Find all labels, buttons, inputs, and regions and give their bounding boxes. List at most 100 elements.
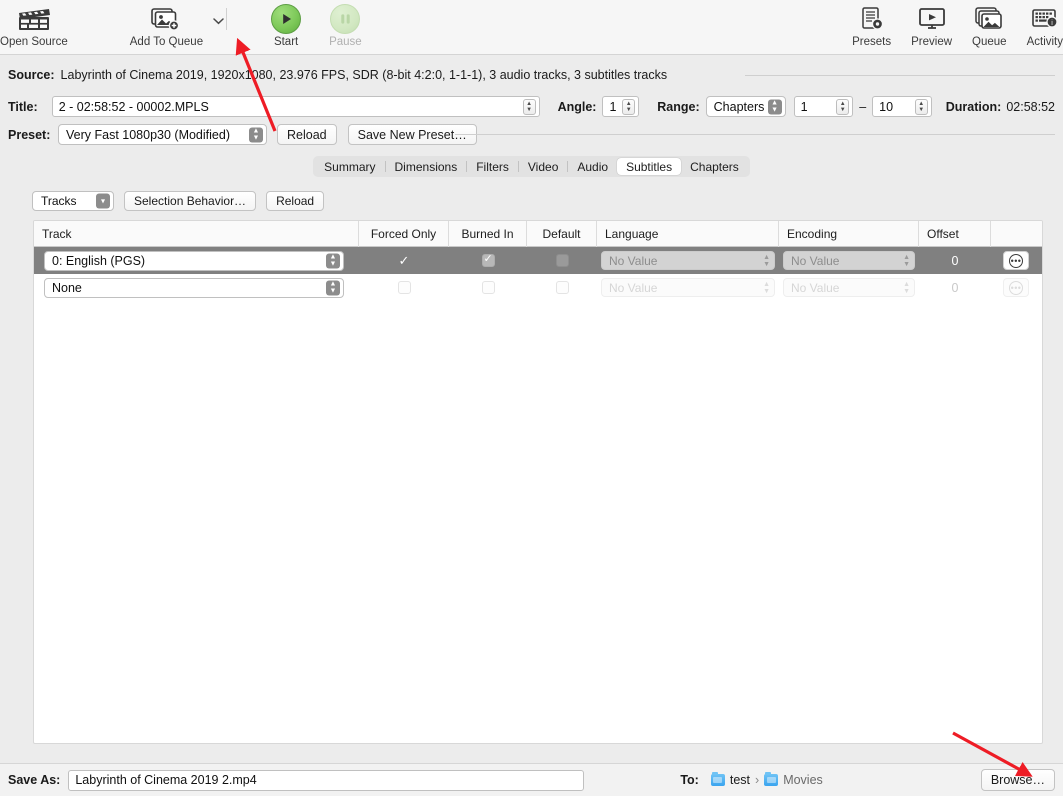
source-row: Source: Labyrinth of Cinema 2019, 1920x1… [8,68,667,82]
toolbar-right-group: Presets Preview [842,0,1063,48]
tab-dimensions[interactable]: Dimensions [386,158,467,175]
activity-label: Activity [1027,36,1063,48]
add-to-queue-icon [150,4,182,34]
cell-forced-only[interactable]: ✓ [359,247,449,274]
queue-icon [974,4,1004,34]
tracks-chevron-down-icon: ▾ [96,194,110,209]
column-label-burned-in: Burned In [461,227,513,241]
row-language-dropdown[interactable]: No Value ▲▼ [601,251,775,270]
open-source-button[interactable]: Open Source [0,0,78,48]
preview-button[interactable]: Preview [901,0,962,48]
row-language-dropdown[interactable]: No Value ▲▼ [601,278,775,297]
tab-video[interactable]: Video [519,158,567,175]
column-header-actions [991,221,1041,247]
range-type-chevron-icon: ▲▼ [768,99,782,114]
tab-chapters[interactable]: Chapters [681,158,748,175]
row-track-dropdown[interactable]: 0: English (PGS) ▲▼ [44,251,344,271]
column-header-encoding[interactable]: Encoding [779,221,919,247]
pause-label: Pause [329,36,362,48]
selection-behavior-button[interactable]: Selection Behavior… [124,191,256,211]
range-end-stepper[interactable]: ▲▼ [915,99,928,115]
row-track-value: None [52,281,82,295]
column-label-track: Track [42,227,72,241]
subtitles-toolbar: Tracks ▾ Selection Behavior… Reload [32,191,324,211]
column-header-track[interactable]: Track [34,221,359,247]
angle-stepper[interactable]: ▲▼ [622,99,635,115]
table-row[interactable]: None ▲▼ No Value ▲▼ No Valu [34,274,1042,301]
reload-tracks-button[interactable]: Reload [266,191,324,211]
cell-default[interactable] [527,247,597,274]
queue-label: Queue [972,36,1007,48]
cell-burned-in[interactable] [449,274,527,301]
row-encoding-chevron-icon: ▲▼ [903,254,910,268]
activity-button[interactable]: i Activity [1017,0,1063,48]
save-as-input[interactable]: Labyrinth of Cinema 2019 2.mp4 [68,770,584,791]
start-button[interactable]: Start [261,0,311,48]
row-track-chevron-icon: ▲▼ [326,280,340,295]
browse-button[interactable]: Browse… [981,769,1055,791]
range-start-stepper[interactable]: ▲▼ [836,99,849,115]
tab-subtitles[interactable]: Subtitles [617,158,681,175]
preset-label: Preset: [8,128,58,142]
add-to-queue-label: Add To Queue [130,36,203,48]
row-offset-value: 0 [952,254,959,268]
cell-burned-in[interactable] [449,247,527,274]
start-label: Start [274,36,298,48]
row-options-button[interactable]: ••• [1003,251,1029,270]
save-as-label: Save As: [8,773,60,787]
cell-offset[interactable]: 0 [919,247,991,274]
main-toolbar: Open Source Add To Queue [0,0,1063,55]
source-label: Source: [8,68,55,82]
default-checkbox[interactable] [556,254,569,267]
tab-summary[interactable]: Summary [315,158,384,175]
tab-filters[interactable]: Filters [467,158,518,175]
column-header-language[interactable]: Language [597,221,779,247]
path-part-movies[interactable]: Movies [783,773,823,787]
angle-field[interactable]: 1 ▲▼ [602,96,639,117]
row-encoding-dropdown[interactable]: No Value ▲▼ [783,278,915,297]
forced-only-checkbox[interactable] [398,281,411,294]
row-encoding-value: No Value [791,254,839,268]
table-row[interactable]: 0: English (PGS) ▲▼ ✓ No Value ▲▼ [34,247,1042,274]
pause-icon [330,4,360,34]
duration-value: 02:58:52 [1006,100,1055,114]
preset-row-rule [455,134,1055,135]
add-to-queue-button[interactable]: Add To Queue [120,0,213,48]
queue-button[interactable]: Queue [962,0,1017,48]
title-stepper[interactable]: ▲▼ [523,99,536,115]
burned-in-checkbox[interactable] [482,281,495,294]
row-options-button[interactable]: ••• [1003,278,1029,297]
range-end-field[interactable]: 10 ▲▼ [872,96,932,117]
pause-button[interactable]: Pause [319,0,372,48]
range-start-field[interactable]: 1 ▲▼ [794,96,854,117]
row-encoding-value: No Value [791,281,839,295]
tab-audio[interactable]: Audio [568,158,617,175]
cell-actions: ••• [991,247,1041,274]
ellipsis-icon: ••• [1009,281,1023,295]
path-part-test[interactable]: test [730,773,750,787]
save-new-preset-label: Save New Preset… [358,128,467,142]
row-encoding-dropdown[interactable]: No Value ▲▼ [783,251,915,270]
column-header-forced-only[interactable]: Forced Only [359,221,449,247]
row-track-dropdown[interactable]: None ▲▼ [44,278,344,298]
save-as-value: Labyrinth of Cinema 2019 2.mp4 [75,773,256,787]
range-type-dropdown[interactable]: Chapters ▲▼ [706,96,786,117]
column-label-default: Default [542,227,580,241]
reload-preset-button[interactable]: Reload [277,124,337,145]
burned-in-checkbox[interactable] [482,254,495,267]
row-track-value: 0: English (PGS) [52,254,145,268]
cell-forced-only[interactable] [359,274,449,301]
cell-default[interactable] [527,274,597,301]
column-header-offset[interactable]: Offset [919,221,991,247]
cell-track: None ▲▼ [34,274,359,301]
preset-dropdown[interactable]: Very Fast 1080p30 (Modified) ▲▼ [58,124,267,145]
cell-encoding: No Value ▲▼ [779,274,919,301]
column-header-default[interactable]: Default [527,221,597,247]
presets-button[interactable]: Presets [842,0,901,48]
cell-offset[interactable]: 0 [919,274,991,301]
tracks-dropdown[interactable]: Tracks ▾ [32,191,114,211]
default-checkbox[interactable] [556,281,569,294]
title-field[interactable]: 2 - 02:58:52 - 00002.MPLS ▲▼ [52,96,540,117]
reload-tracks-label: Reload [276,194,314,208]
column-header-burned-in[interactable]: Burned In [449,221,527,247]
